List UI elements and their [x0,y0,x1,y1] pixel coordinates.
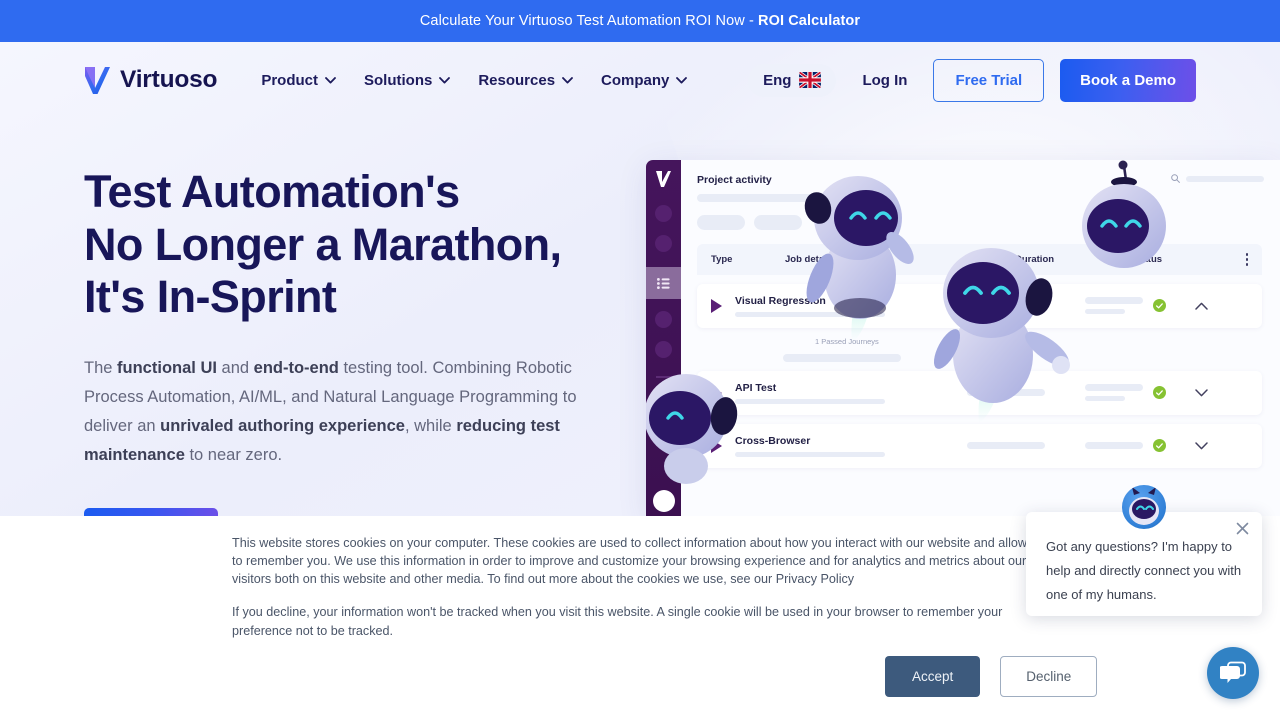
status-badge-passed [1153,439,1166,452]
promo-banner-link[interactable]: ROI Calculator [758,13,860,29]
login-link[interactable]: Log In [862,72,907,89]
chevron-down-icon [325,77,336,84]
mock-search-placeholder [1186,176,1264,182]
mock-skeleton-line [967,442,1045,449]
mock-filter-pill[interactable] [697,215,745,230]
page-title: Test Automation's No Longer a Marathon, … [84,166,644,324]
product-screenshot: Project activity Type Job detail Duratio… [646,160,1280,517]
hero-para-seg-1: The [84,359,117,377]
hero-para-bold-1: functional UI [117,359,217,377]
nav-actions: Eng Log In Free Trial Book a Demo [748,59,1196,102]
chat-bubbles-icon [1220,661,1247,685]
chat-launcher-button[interactable] [1207,647,1259,699]
cookie-paragraph-1: This website stores cookies on your comp… [232,534,1048,588]
mock-column-type: Type [711,254,785,265]
chevron-up-icon[interactable] [1195,302,1208,310]
free-trial-button[interactable]: Free Trial [933,59,1044,102]
status-badge-passed [1153,386,1166,399]
uk-flag-icon [799,72,821,88]
mock-skeleton-line [1085,396,1125,401]
hero-para-bold-2: end-to-end [254,359,339,377]
hero-para-seg-4: , while [405,417,456,435]
site-logo[interactable]: Virtuoso [84,66,217,95]
mock-sidebar-dot[interactable] [655,205,672,222]
mock-skeleton-line [1085,442,1143,449]
accept-button[interactable]: Accept [885,656,980,697]
mock-filter-pill[interactable] [754,215,802,230]
nav-item-company-label: Company [601,72,669,89]
mock-sidebar-item-active[interactable] [646,267,681,299]
cookie-consent-actions: Accept Decline [885,656,1097,697]
nav-item-solutions[interactable]: Solutions [364,72,450,89]
nav-item-product-label: Product [261,72,318,89]
check-icon [1156,303,1163,309]
nav-item-solutions-label: Solutions [364,72,432,89]
hero-copy: Test Automation's No Longer a Marathon, … [84,166,644,470]
mock-subrow-tag [783,354,901,362]
check-icon [1156,390,1163,396]
chevron-down-icon[interactable] [1195,442,1208,450]
cookie-paragraph-2: If you decline, your information won't b… [232,603,1048,639]
site-logo-text: Virtuoso [120,66,217,94]
virtuoso-v-logo-icon [84,66,111,95]
promo-banner[interactable]: Calculate Your Virtuoso Test Automation … [0,0,1280,42]
mock-skeleton-line [1085,297,1143,304]
promo-banner-text: Calculate Your Virtuoso Test Automation … [420,13,860,29]
mock-skeleton-line [1085,384,1143,391]
mock-sidebar-dot[interactable] [655,235,672,252]
mock-virtuoso-logo-icon [655,170,672,188]
nav-item-company[interactable]: Company [601,72,687,89]
hero-paragraph: The functional UI and end-to-end testing… [84,354,604,470]
chat-close-button[interactable] [1232,518,1252,538]
mock-sidebar-dot[interactable] [655,311,672,328]
book-demo-button[interactable]: Book a Demo [1060,59,1196,102]
language-selector-label: Eng [763,72,791,89]
status-badge-passed [1153,299,1166,312]
mock-skeleton-line [1085,309,1125,314]
cookie-consent-text: This website stores cookies on your comp… [232,534,1048,640]
chevron-down-icon [439,77,450,84]
close-icon [1236,522,1249,535]
robot-illustration-icon [646,360,758,490]
hero-title-line-3: It's In-Sprint [84,271,336,322]
nav-item-resources-label: Resources [478,72,555,89]
hero-para-seg-2: and [217,359,254,377]
nav-item-resources[interactable]: Resources [478,72,573,89]
table-row[interactable]: Cross-Browser [697,424,1262,468]
chat-bot-avatar [1122,485,1166,529]
chevron-down-icon [676,77,687,84]
hero-title-line-1: Test Automation's [84,166,460,217]
check-icon [1156,443,1163,449]
robot-illustration-icon [921,245,1071,425]
main-navigation: Virtuoso Product Solutions Resources Com… [0,42,1280,118]
mock-kebab-menu-icon[interactable] [1246,253,1249,266]
robot-illustration-icon [796,170,926,345]
chat-greeting-message: Got any questions? I'm happy to help and… [1046,535,1242,606]
mock-user-avatar[interactable] [653,490,675,512]
nav-links: Product Solutions Resources Company [261,72,687,89]
chevron-down-icon[interactable] [1195,389,1208,397]
mock-search[interactable] [1171,174,1264,183]
chevron-down-icon [562,77,573,84]
promo-banner-message: Calculate Your Virtuoso Test Automation … [420,13,758,29]
hero-para-seg-5: to near zero. [185,446,282,464]
nav-item-product[interactable]: Product [261,72,336,89]
hero-para-bold-3: unrivaled authoring experience [160,417,405,435]
chat-bot-avatar-icon [1122,485,1166,529]
language-selector[interactable]: Eng [748,64,836,97]
decline-button[interactable]: Decline [1000,656,1097,697]
mock-row-label: Cross-Browser [735,435,967,447]
robot-illustration-icon [1064,160,1184,298]
play-icon[interactable] [711,299,722,313]
hero-title-line-2: No Longer a Marathon, [84,219,561,270]
mock-sidebar-dot[interactable] [655,341,672,358]
list-icon [657,278,670,289]
